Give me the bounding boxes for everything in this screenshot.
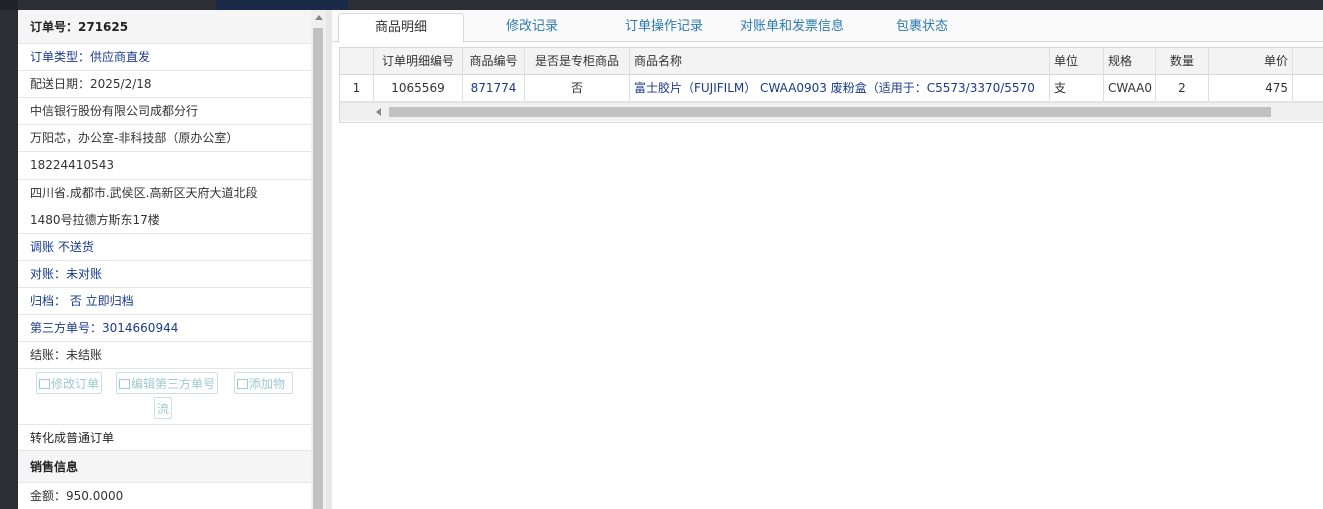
add-logistics-label: 添加物 [249,377,286,391]
horizontal-scrollbar-thumb[interactable] [389,107,1271,117]
cell-unit-price: 475 [1209,75,1293,101]
column-header-product-id[interactable]: 商品编号 [463,48,525,74]
left-edge [0,10,18,509]
scroll-left-arrow-icon[interactable] [376,108,381,116]
cell-unit: 支 [1050,75,1104,101]
archive-status: 归档： 否 立即归档 [18,288,311,315]
tab-package-status[interactable]: 包裹状态 [880,13,964,41]
column-header-spec[interactable]: 规格 [1104,48,1156,74]
detail-area: 商品明细 修改记录 订单操作记录 对账单和发票信息 包裹状态 订单明细编号 商品… [332,10,1323,509]
tab-bar: 商品明细 修改记录 订单操作记录 对账单和发票信息 包裹状态 [332,10,1323,43]
column-header-quantity[interactable]: 数量 [1156,48,1209,74]
product-detail-table: 订单明细编号 商品编号 是否是专柜商品 商品名称 单位 规格 数量 单价 1 1… [339,47,1323,123]
reconcile-status: 对账：未对账 [18,261,311,288]
column-header-product-name[interactable]: 商品名称 [630,48,1050,74]
top-bar-active-segment [216,0,348,10]
table-row[interactable]: 1 1065569 871774 否 富士胶片（FUJIFILM） CWAA09… [340,75,1323,102]
order-number: 订单号：271625 [18,10,311,44]
company-name: 中信银行股份有限公司成都分行 [18,98,311,125]
order-type: 订单类型：供应商直发 [18,44,311,71]
delivery-date: 配送日期：2025/2/18 [18,71,311,98]
add-logistics-label-wrap: 流 [156,402,169,416]
edit-icon [237,379,248,389]
action-buttons: 修改订单 编辑第三方单号 添加物 流 [18,369,311,424]
tab-order-operation-log[interactable]: 订单操作记录 [602,13,726,41]
column-header-filler [1293,48,1323,74]
order-info-panel: 订单号：271625 订单类型：供应商直发 配送日期：2025/2/18 中信银… [18,10,311,509]
add-logistics-button-wrap[interactable]: 流 [154,397,172,419]
table-header: 订单明细编号 商品编号 是否是专柜商品 商品名称 单位 规格 数量 单价 [340,48,1323,75]
top-bar [0,0,1323,10]
adjust-status[interactable]: 调账 不送货 [18,234,311,261]
cell-filler [1293,75,1323,101]
convert-to-normal-order[interactable]: 转化成普通订单 [18,424,311,451]
cell-product-id-link[interactable]: 871774 [463,75,525,101]
sales-amount: 金额：950.0000 [30,489,124,503]
cell-spec: CWAA0 [1104,75,1156,101]
scrollbar-thumb[interactable] [313,28,323,509]
reconcile-text: 对账：未对账 [30,267,103,281]
edit-order-button[interactable]: 修改订单 [36,372,103,394]
table-horizontal-scrollbar[interactable] [340,102,1323,121]
left-panel-scrollbar[interactable] [311,10,326,509]
edit-icon [119,379,130,389]
edit-third-party-button[interactable]: 编辑第三方单号 [116,372,219,394]
column-header-unit[interactable]: 单位 [1050,48,1104,74]
third-party-number: 第三方单号：3014660944 [18,315,311,342]
settlement-status: 结账：未结账 [18,342,311,369]
cell-detail-id: 1065569 [374,75,463,101]
contact-person: 万阳芯，办公室-非科技部（原办公室） [18,125,311,152]
edit-order-label: 修改订单 [51,377,100,391]
tab-statement-invoice[interactable]: 对账单和发票信息 [732,13,852,41]
row-index: 1 [340,75,374,101]
cell-counter-product: 否 [525,75,630,101]
archive-label: 归档： [30,294,67,308]
scroll-up-arrow-icon[interactable] [315,15,323,20]
column-header-counter-product[interactable]: 是否是专柜商品 [525,48,630,74]
cell-product-name-link[interactable]: 富士胶片（FUJIFILM） CWAA0903 废粉盒（适用于：C5573/33… [630,75,1050,101]
edit-icon [39,379,50,389]
sales-info-header: 销售信息 [18,451,311,483]
tab-modification-log[interactable]: 修改记录 [480,13,584,41]
address-line-2: 1480号拉德方斯东17楼 [18,207,311,234]
top-bar-segment [0,0,18,10]
add-logistics-button[interactable]: 添加物 [234,372,293,394]
tab-product-details[interactable]: 商品明细 [338,13,464,43]
contact-phone: 18224410543 [18,152,311,180]
archive-action[interactable]: 否 立即归档 [66,294,134,308]
edit-third-party-label: 编辑第三方单号 [131,377,216,391]
address-line-1: 四川省.成都市.武侯区.高新区天府大道北段 [30,186,258,200]
column-header-unit-price[interactable]: 单价 [1209,48,1293,74]
column-header-index [340,48,374,74]
column-header-detail-id[interactable]: 订单明细编号 [374,48,463,74]
cell-quantity: 2 [1156,75,1209,101]
